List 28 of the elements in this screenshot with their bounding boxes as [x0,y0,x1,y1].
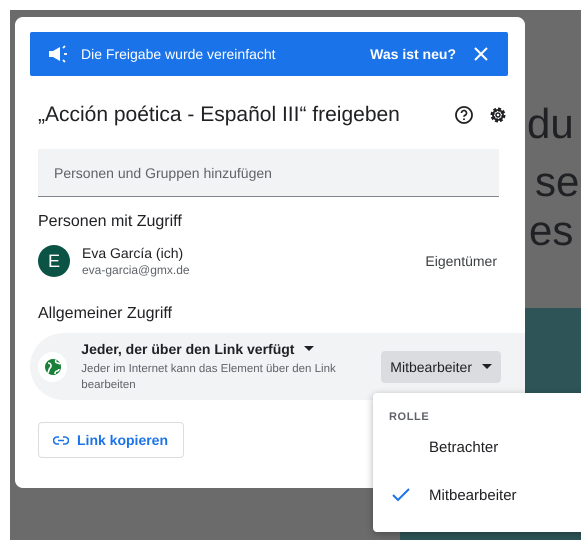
avatar: E [38,245,70,277]
background-text: du [527,99,575,149]
caret-icon [304,346,314,351]
background-text: es [529,211,574,251]
person-name: Eva García (ich) [82,245,184,261]
background-text: se [535,157,580,207]
banner-text: Die Freigabe wurde vereinfacht [81,46,277,62]
help-icon[interactable] [454,105,474,125]
menu-item[interactable]: Betrachter [429,438,498,456]
link-icon [53,436,69,444]
access-scope-dropdown[interactable]: Jeder, der über den Link verfügt [81,340,382,356]
person-email: eva-garcia@gmx.de [82,263,191,277]
menu-item[interactable]: Mitbearbeiter [429,486,517,504]
copy-link-button[interactable]: Link kopieren [38,422,184,458]
menu-heading: ROLLE [389,411,430,423]
person-role: Eigentümer [425,253,497,269]
caret-icon [482,364,492,369]
section-heading: Personen mit Zugriff [38,213,183,231]
megaphone-icon [47,45,69,63]
add-people-field[interactable]: Personen und Gruppen hinzufügen [38,149,499,197]
globe-icon [38,352,68,382]
dialog-title: „Acción poética - Español III“ freigeben [38,103,401,127]
whats-new-link[interactable]: Was ist neu? [370,46,456,62]
access-description: Jeder im Internet kann das Element über den Link bearbeiten [81,362,337,392]
settings-icon[interactable] [488,105,508,125]
close-icon[interactable] [474,47,488,61]
role-dropdown[interactable]: Mitbearbeiter [381,350,501,382]
section-heading: Allgemeiner Zugriff [38,305,173,323]
